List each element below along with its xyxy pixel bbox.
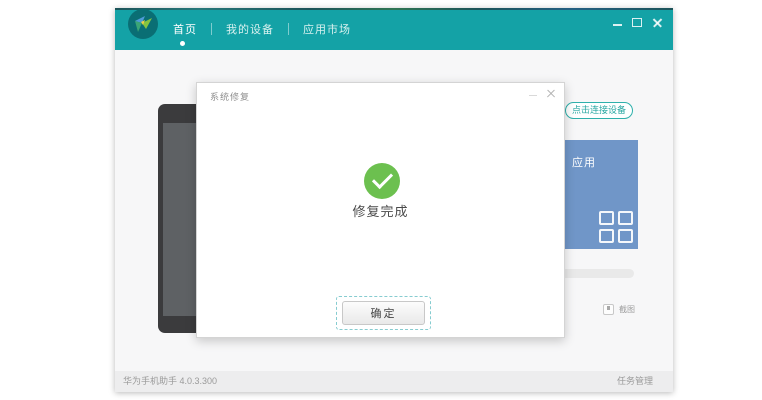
main-content: 点击连接设备 应用 截图 系统修复 修复完成 确定 [115,50,673,371]
minimize-icon [613,24,622,26]
nav-active-indicator-dot [180,41,185,46]
maximize-button[interactable] [627,14,647,30]
storage-legend: 截图 [603,304,635,315]
apps-tile-label: 应用 [572,154,596,170]
status-bar: 华为手机助手 4.0.3.300 任务管理 [115,371,673,392]
repair-dialog: 系统修复 修复完成 确定 [196,82,565,338]
screenshot-swatch-icon [603,304,614,315]
app-grid-icon [599,211,633,243]
footer-link[interactable]: 任务管理 [617,371,653,392]
storage-bar [555,269,634,278]
maximize-icon [632,18,642,27]
close-icon [652,17,663,28]
minimize-button[interactable] [607,14,627,30]
ok-button[interactable]: 确定 [342,301,425,325]
nav-separator [288,23,289,35]
app-logo-icon [128,9,158,39]
title-bar: 首页 我的设备 应用市场 [115,8,673,50]
nav-item-app-market[interactable]: 应用市场 [303,21,351,37]
connect-device-button[interactable]: 点击连接设备 [565,102,633,119]
repair-complete-message: 修复完成 [197,201,564,220]
main-nav: 首页 我的设备 应用市场 [173,8,351,50]
nav-item-my-devices[interactable]: 我的设备 [226,21,274,37]
app-version-text: 华为手机助手 4.0.3.300 [123,371,217,392]
apps-tile[interactable]: 应用 [565,140,638,249]
storage-legend-label: 截图 [619,304,635,315]
dialog-minimize-icon[interactable] [529,95,537,96]
close-button[interactable] [647,14,667,30]
nav-separator [211,23,212,35]
window-controls [607,14,667,30]
desktop-background: 首页 我的设备 应用市场 点击连接设备 应用 [0,0,762,400]
app-window: 首页 我的设备 应用市场 点击连接设备 应用 [115,8,673,392]
success-check-icon [364,163,400,199]
nav-item-home[interactable]: 首页 [173,21,197,37]
ok-button-focus-ring: 确定 [336,296,431,330]
dialog-close-button[interactable] [544,87,558,101]
dialog-title: 系统修复 [210,90,250,103]
